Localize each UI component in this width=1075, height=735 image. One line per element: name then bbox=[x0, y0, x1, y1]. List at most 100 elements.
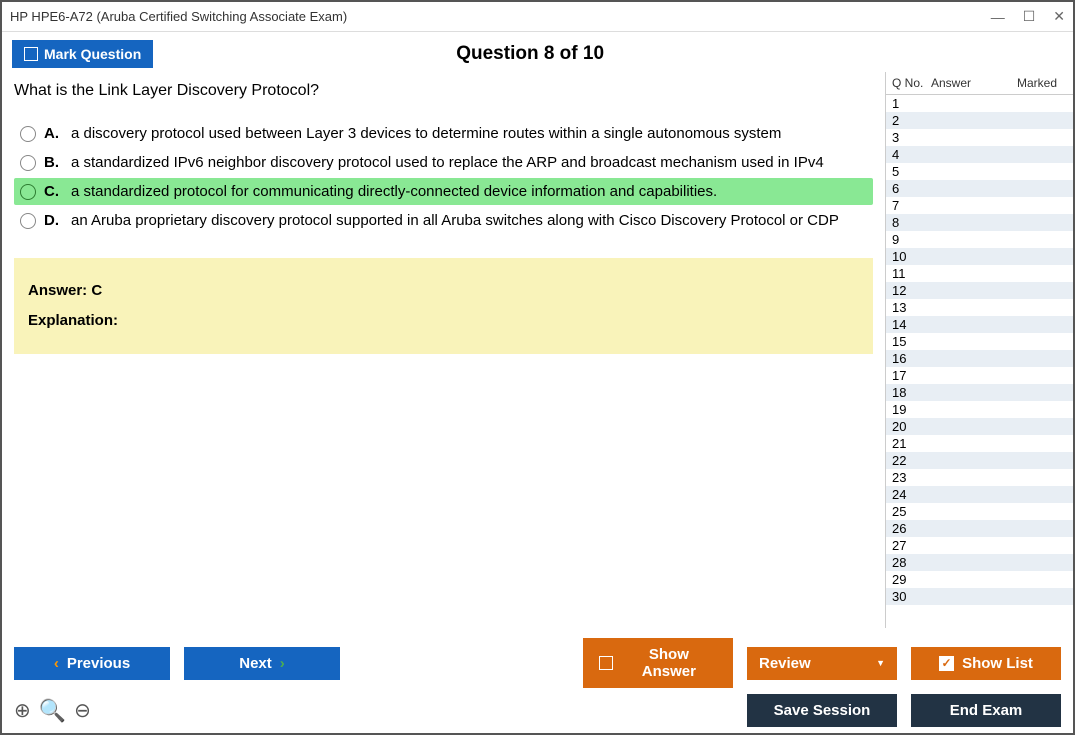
list-row[interactable]: 19 bbox=[886, 401, 1073, 418]
list-qno: 25 bbox=[886, 504, 931, 519]
next-label: Next bbox=[239, 655, 272, 672]
radio-icon[interactable] bbox=[20, 184, 36, 200]
previous-button[interactable]: ‹ Previous bbox=[14, 647, 170, 680]
col-qno-header: Q No. bbox=[886, 76, 931, 90]
list-qno: 24 bbox=[886, 487, 931, 502]
end-exam-label: End Exam bbox=[950, 702, 1023, 719]
next-button[interactable]: Next › bbox=[184, 647, 340, 680]
close-icon[interactable]: ✕ bbox=[1053, 8, 1065, 25]
list-qno: 7 bbox=[886, 198, 931, 213]
list-row[interactable]: 1 bbox=[886, 95, 1073, 112]
zoom-in-icon[interactable]: 🔍 bbox=[39, 698, 66, 724]
show-list-button[interactable]: ✓ Show List bbox=[911, 647, 1061, 680]
question-list-panel: Q No. Answer Marked 12345678910111213141… bbox=[885, 72, 1073, 628]
list-row[interactable]: 11 bbox=[886, 265, 1073, 282]
option-text: a standardized protocol for communicatin… bbox=[71, 183, 717, 200]
list-header: Q No. Answer Marked bbox=[886, 72, 1073, 95]
list-row[interactable]: 14 bbox=[886, 316, 1073, 333]
list-qno: 30 bbox=[886, 589, 931, 604]
list-row[interactable]: 17 bbox=[886, 367, 1073, 384]
minimize-icon[interactable]: — bbox=[991, 9, 1005, 25]
checkbox-empty-icon bbox=[24, 47, 38, 61]
mark-question-button[interactable]: Mark Question bbox=[12, 40, 153, 68]
list-row[interactable]: 9 bbox=[886, 231, 1073, 248]
list-row[interactable]: 3 bbox=[886, 129, 1073, 146]
list-qno: 23 bbox=[886, 470, 931, 485]
option-letter: C. bbox=[44, 183, 59, 200]
list-row[interactable]: 30 bbox=[886, 588, 1073, 605]
previous-label: Previous bbox=[67, 655, 130, 672]
save-session-label: Save Session bbox=[774, 702, 871, 719]
list-row[interactable]: 2 bbox=[886, 112, 1073, 129]
col-answer-header: Answer bbox=[931, 76, 1001, 90]
list-qno: 27 bbox=[886, 538, 931, 553]
main-area: What is the Link Layer Discovery Protoco… bbox=[2, 72, 1073, 628]
list-row[interactable]: 12 bbox=[886, 282, 1073, 299]
col-marked-header: Marked bbox=[1001, 76, 1073, 90]
list-qno: 15 bbox=[886, 334, 931, 349]
answer-label: Answer: C bbox=[28, 276, 859, 306]
list-row[interactable]: 8 bbox=[886, 214, 1073, 231]
show-list-label: Show List bbox=[962, 655, 1033, 672]
list-qno: 4 bbox=[886, 147, 931, 162]
option-row-D[interactable]: D. an Aruba proprietary discovery protoco… bbox=[14, 207, 873, 234]
list-row[interactable]: 10 bbox=[886, 248, 1073, 265]
show-answer-label: Show Answer bbox=[621, 646, 717, 680]
list-body[interactable]: 1234567891011121314151617181920212223242… bbox=[886, 95, 1073, 628]
checkbox-empty-icon bbox=[599, 656, 613, 670]
option-text: a standardized IPv6 neighbor discovery p… bbox=[71, 154, 824, 171]
list-row[interactable]: 6 bbox=[886, 180, 1073, 197]
list-row[interactable]: 7 bbox=[886, 197, 1073, 214]
window-controls: — ☐ ✕ bbox=[991, 8, 1065, 25]
question-area: What is the Link Layer Discovery Protoco… bbox=[2, 72, 885, 628]
option-row-C[interactable]: C. a standardized protocol for communicat… bbox=[14, 178, 873, 205]
list-row[interactable]: 16 bbox=[886, 350, 1073, 367]
list-qno: 16 bbox=[886, 351, 931, 366]
list-qno: 18 bbox=[886, 385, 931, 400]
maximize-icon[interactable]: ☐ bbox=[1023, 8, 1036, 25]
list-row[interactable]: 4 bbox=[886, 146, 1073, 163]
list-row[interactable]: 27 bbox=[886, 537, 1073, 554]
list-row[interactable]: 22 bbox=[886, 452, 1073, 469]
list-row[interactable]: 26 bbox=[886, 520, 1073, 537]
save-session-button[interactable]: Save Session bbox=[747, 694, 897, 727]
option-letter: D. bbox=[44, 212, 59, 229]
list-qno: 28 bbox=[886, 555, 931, 570]
list-row[interactable]: 21 bbox=[886, 435, 1073, 452]
review-label: Review bbox=[759, 655, 811, 672]
list-row[interactable]: 25 bbox=[886, 503, 1073, 520]
list-qno: 11 bbox=[886, 266, 931, 281]
list-row[interactable]: 28 bbox=[886, 554, 1073, 571]
list-row[interactable]: 18 bbox=[886, 384, 1073, 401]
end-exam-button[interactable]: End Exam bbox=[911, 694, 1061, 727]
list-row[interactable]: 24 bbox=[886, 486, 1073, 503]
zoom-fit-icon[interactable]: ⊕ bbox=[14, 698, 31, 724]
list-qno: 12 bbox=[886, 283, 931, 298]
list-row[interactable]: 5 bbox=[886, 163, 1073, 180]
chevron-right-icon: › bbox=[280, 655, 285, 672]
list-qno: 2 bbox=[886, 113, 931, 128]
show-answer-button[interactable]: Show Answer bbox=[583, 638, 733, 688]
option-row-B[interactable]: B.a standardized IPv6 neighbor discovery… bbox=[14, 149, 873, 176]
list-row[interactable]: 20 bbox=[886, 418, 1073, 435]
option-text: an Aruba proprietary discovery protocol … bbox=[71, 212, 839, 229]
options-container: A.a discovery protocol used between Laye… bbox=[14, 120, 873, 234]
radio-icon[interactable] bbox=[20, 155, 36, 171]
list-qno: 19 bbox=[886, 402, 931, 417]
app-window: HP HPE6-A72 (Aruba Certified Switching A… bbox=[0, 0, 1075, 735]
question-counter: Question 8 of 10 bbox=[153, 43, 907, 65]
option-row-A[interactable]: A.a discovery protocol used between Laye… bbox=[14, 120, 873, 147]
radio-icon[interactable] bbox=[20, 126, 36, 142]
list-row[interactable]: 29 bbox=[886, 571, 1073, 588]
option-letter: A. bbox=[44, 125, 59, 142]
review-button[interactable]: Review ▼ bbox=[747, 647, 897, 680]
list-row[interactable]: 15 bbox=[886, 333, 1073, 350]
list-qno: 10 bbox=[886, 249, 931, 264]
list-row[interactable]: 13 bbox=[886, 299, 1073, 316]
radio-icon[interactable] bbox=[20, 213, 36, 229]
list-qno: 5 bbox=[886, 164, 931, 179]
list-row[interactable]: 23 bbox=[886, 469, 1073, 486]
list-qno: 17 bbox=[886, 368, 931, 383]
answer-box: Answer: C Explanation: bbox=[14, 258, 873, 354]
zoom-out-icon[interactable]: ⊖ bbox=[74, 698, 91, 724]
